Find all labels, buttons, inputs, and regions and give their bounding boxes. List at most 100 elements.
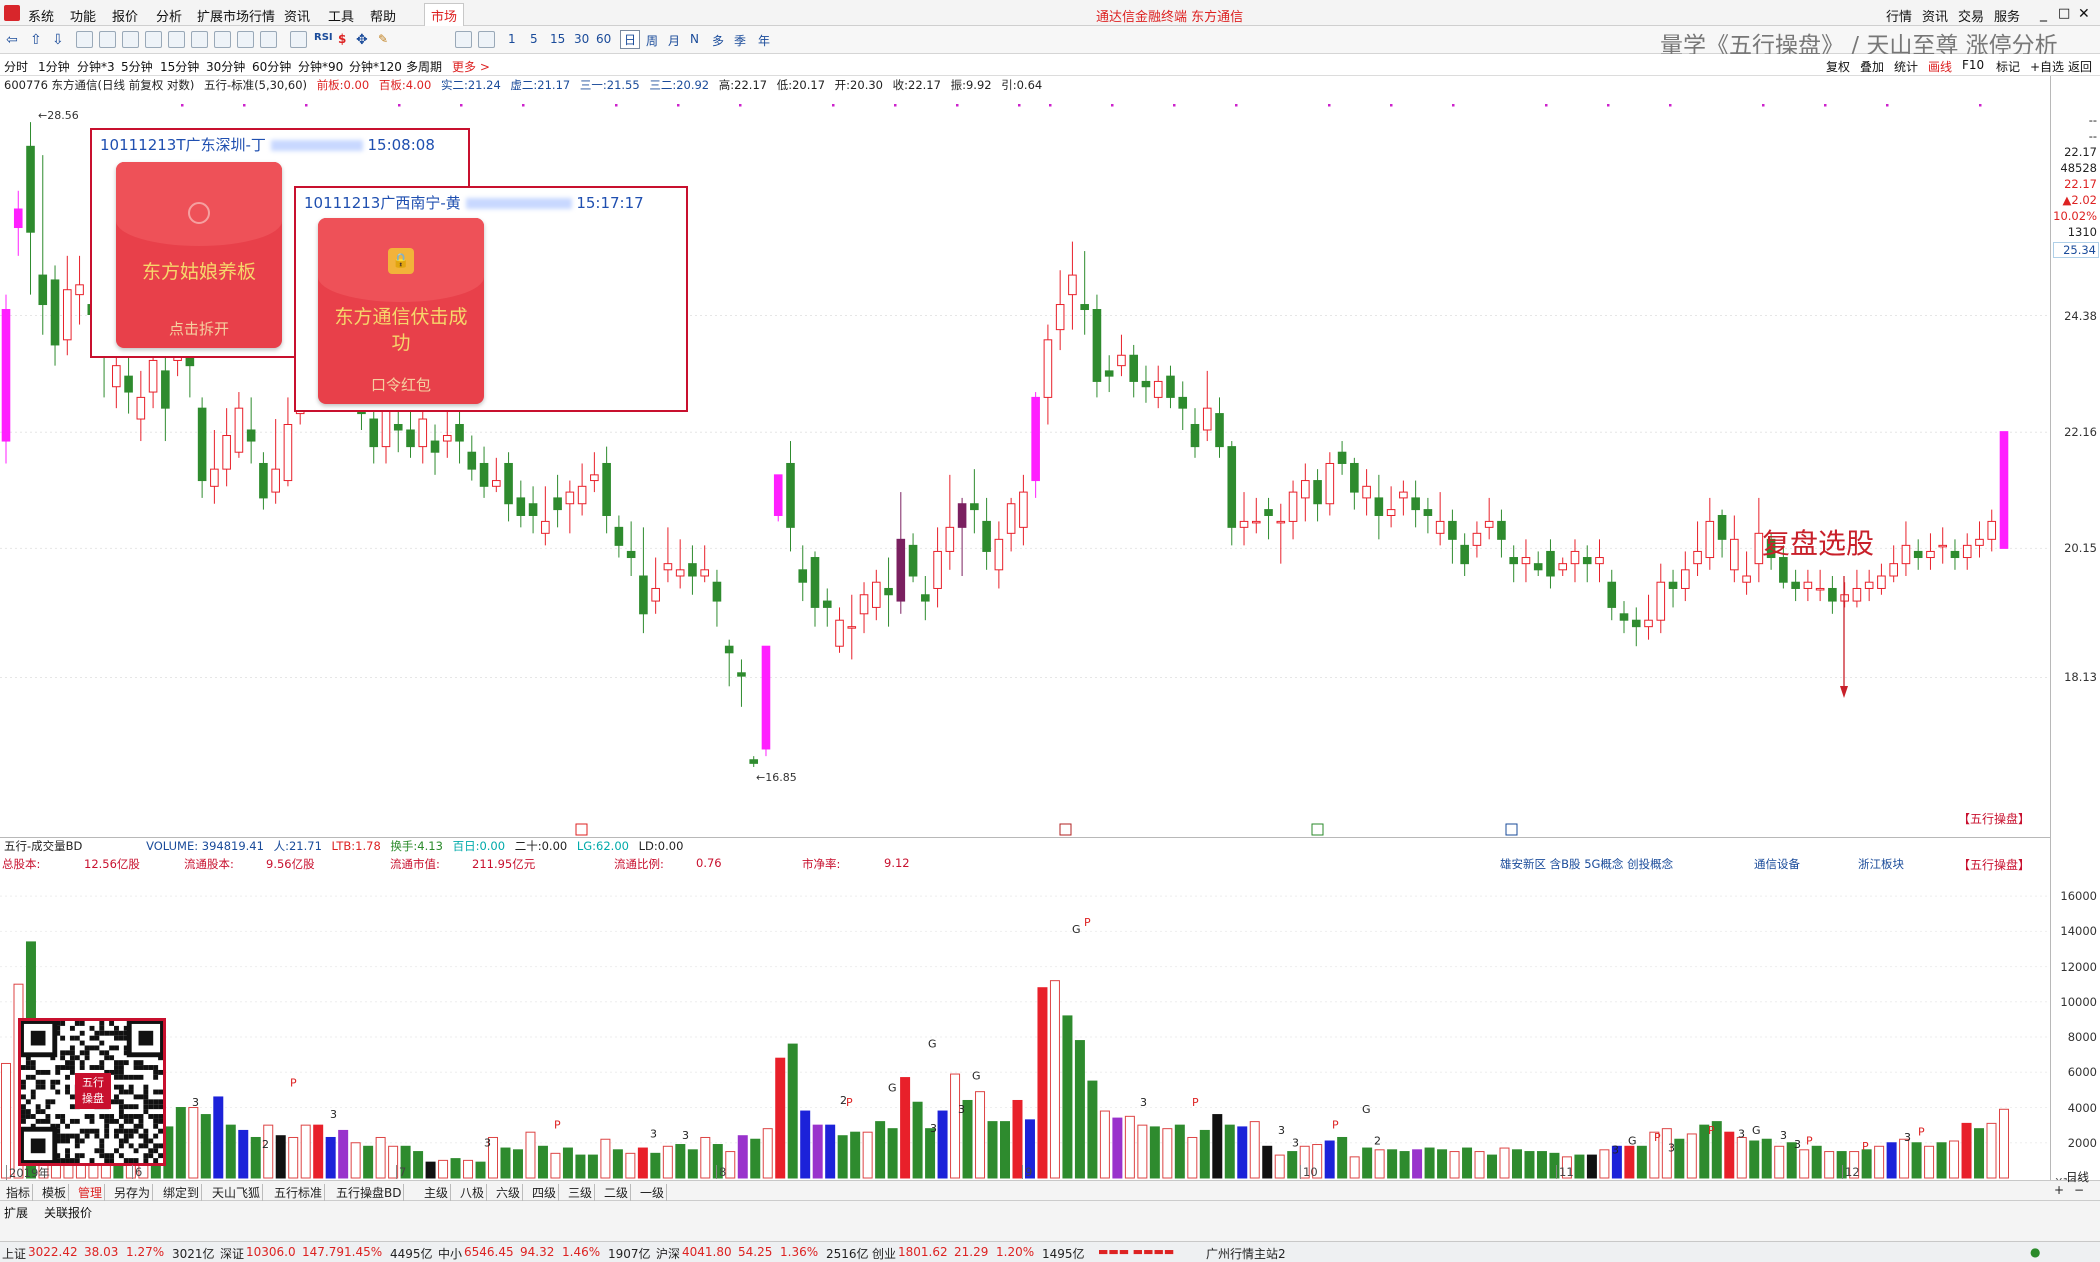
indicator-tab[interactable]: 五行标准 xyxy=(272,1184,326,1201)
zoom-out-button[interactable]: − xyxy=(2074,1183,2084,1197)
period-more[interactable]: 更多 > xyxy=(452,58,490,75)
period-30-minute[interactable]: 30分钟 xyxy=(206,58,245,75)
event-marker-icon[interactable] xyxy=(1505,823,1518,836)
btn-f10[interactable]: F10 xyxy=(1962,58,1984,72)
period-30min[interactable]: 30 xyxy=(574,32,589,46)
red-packet-2[interactable]: 🔒 东方通信伏击成功 口令红包 xyxy=(318,218,484,404)
period-3-minute[interactable]: 分钟*3 xyxy=(77,58,115,75)
red-packet-2-sub[interactable]: 口令红包 xyxy=(318,374,484,395)
up-arrow-icon[interactable]: ⇧ xyxy=(30,32,42,48)
restore-button[interactable]: □ xyxy=(2058,6,2070,21)
indicator-icon[interactable] xyxy=(290,31,307,48)
rsi-icon[interactable]: RSI xyxy=(314,32,333,43)
index-name[interactable]: 上证 xyxy=(2,1245,26,1262)
zoom-in-button[interactable]: + xyxy=(2054,1183,2064,1197)
index-name[interactable]: 创业 xyxy=(872,1245,896,1262)
red-packet-1[interactable]: 东方姑娘养板 点击拆开 xyxy=(116,162,282,348)
btn-stats[interactable]: 统计 xyxy=(1894,58,1918,75)
indicator-tab[interactable]: 五行操盘BD xyxy=(334,1184,405,1201)
period-month[interactable]: 月 xyxy=(668,32,680,49)
indicator-tab[interactable]: 三级 xyxy=(566,1184,596,1201)
top-tab-trade[interactable]: 交易 xyxy=(1958,6,1984,25)
btn-draw[interactable]: 画线 xyxy=(1928,58,1952,75)
top-tab-service[interactable]: 服务 xyxy=(1994,6,2020,25)
watch-icon[interactable] xyxy=(260,31,277,48)
period-multi-cycle[interactable]: 多周期 xyxy=(406,58,442,75)
finance-icon[interactable] xyxy=(168,31,185,48)
dollar-icon[interactable]: $ xyxy=(338,32,346,46)
indicator-tab[interactable]: 指标 xyxy=(4,1184,34,1201)
volume-panel[interactable]: 3G3P32P3332PG3GG3GP3P33PG23GP3P3G33PP3P … xyxy=(0,838,2050,1181)
menu-function[interactable]: 功能 xyxy=(70,6,96,25)
indicator-tab[interactable]: 绑定到 xyxy=(161,1184,203,1201)
tab-related-quote[interactable]: 关联报价 xyxy=(44,1204,92,1221)
indicator-tab[interactable]: 另存为 xyxy=(112,1184,154,1201)
btn-overlay[interactable]: 叠加 xyxy=(1860,58,1884,75)
btn-mark[interactable]: 标记 xyxy=(1996,58,2020,75)
move-icon[interactable]: ✥ xyxy=(356,32,368,48)
event-marker-icon[interactable] xyxy=(1059,823,1072,836)
period-15min[interactable]: 15 xyxy=(550,32,565,46)
period-1min[interactable]: 1 xyxy=(508,32,516,46)
index-name[interactable]: 中小 xyxy=(438,1245,462,1262)
period-90-minute[interactable]: 分钟*90 xyxy=(298,58,343,75)
indicator-tab[interactable]: 八极 xyxy=(458,1184,488,1201)
event-marker-icon[interactable] xyxy=(575,823,588,836)
menu-tools[interactable]: 工具 xyxy=(328,6,354,25)
period-5-minute[interactable]: 5分钟 xyxy=(121,58,153,75)
menu-help[interactable]: 帮助 xyxy=(370,6,396,25)
btn-adjust[interactable]: 复权 xyxy=(1826,58,1850,75)
table-icon[interactable] xyxy=(191,31,208,48)
down-arrow-icon[interactable]: ⇩ xyxy=(52,32,64,48)
menu-system[interactable]: 系统 xyxy=(28,6,54,25)
kline-icon[interactable] xyxy=(122,31,139,48)
indicator-tab[interactable]: 管理 xyxy=(76,1184,106,1201)
period-15-minute[interactable]: 15分钟 xyxy=(160,58,199,75)
back-arrow-icon[interactable]: ⇦ xyxy=(6,32,18,48)
menu-quote[interactable]: 报价 xyxy=(112,6,138,25)
chart-type-icon[interactable] xyxy=(478,31,495,48)
period-1-minute[interactable]: 1分钟 xyxy=(38,58,70,75)
pencil-icon[interactable]: ✎ xyxy=(378,32,388,46)
indicator-tab[interactable]: 四级 xyxy=(530,1184,560,1201)
index-name[interactable]: 深证 xyxy=(220,1245,244,1262)
fs-icon[interactable] xyxy=(455,31,472,48)
period-year[interactable]: 年 xyxy=(758,32,770,49)
grid-view-icon[interactable] xyxy=(76,31,93,48)
red-packet-popup-2[interactable]: 10111213广西南宁-黄 15:17:17 🔒 东方通信伏击成功 口令红包 xyxy=(294,186,688,412)
fund-icon[interactable] xyxy=(237,31,254,48)
close-button[interactable]: ✕ xyxy=(2078,6,2090,22)
btn-add-watch[interactable]: +自选 xyxy=(2030,58,2064,75)
indicator-tab[interactable]: 模板 xyxy=(40,1184,70,1201)
industry-tag[interactable]: 通信设备 xyxy=(1754,856,1800,872)
top-tab-quote[interactable]: 行情 xyxy=(1886,6,1912,25)
line-chart-icon[interactable] xyxy=(99,31,116,48)
period-5min[interactable]: 5 xyxy=(530,32,538,46)
minimize-button[interactable]: _ xyxy=(2040,6,2047,22)
period-week[interactable]: 周 xyxy=(646,32,658,49)
indicator-tab[interactable]: 二级 xyxy=(602,1184,632,1201)
red-packet-1-sub[interactable]: 点击拆开 xyxy=(116,318,282,339)
period-quarter[interactable]: 季 xyxy=(734,32,746,49)
period-day[interactable]: 日 xyxy=(620,30,641,49)
concept-tags[interactable]: 雄安新区 含B股 5G概念 创投概念 xyxy=(1500,856,1673,872)
period-intraday[interactable]: 分时 xyxy=(4,58,28,75)
news-icon[interactable] xyxy=(214,31,231,48)
event-marker-icon[interactable] xyxy=(1311,823,1324,836)
indicator-tab[interactable]: 天山飞狐 xyxy=(210,1184,264,1201)
top-tab-info[interactable]: 资讯 xyxy=(1922,6,1948,25)
period-n[interactable]: N xyxy=(690,32,699,46)
server-name[interactable]: 广州行情主站2 xyxy=(1206,1245,1286,1262)
tab-extend[interactable]: 扩展 xyxy=(4,1204,28,1221)
region-tag[interactable]: 浙江板块 xyxy=(1858,856,1904,872)
menu-info[interactable]: 资讯 xyxy=(284,6,310,25)
indicator-tab[interactable]: 主级 xyxy=(422,1184,452,1201)
price-chart[interactable]: ←28.56 ←16.85 600776 东方通信(日线 前复权 对数) 五行-标… xyxy=(0,76,2050,838)
period-multi[interactable]: 多 xyxy=(712,32,724,49)
indicator-tab[interactable]: 六级 xyxy=(494,1184,524,1201)
period-60-minute[interactable]: 60分钟 xyxy=(252,58,291,75)
menu-extended-market[interactable]: 扩展市场行情 xyxy=(197,6,275,25)
period-120-minute[interactable]: 分钟*120 xyxy=(349,58,402,75)
market-tab[interactable]: 市场 xyxy=(424,3,465,28)
period-60min[interactable]: 60 xyxy=(596,32,611,46)
